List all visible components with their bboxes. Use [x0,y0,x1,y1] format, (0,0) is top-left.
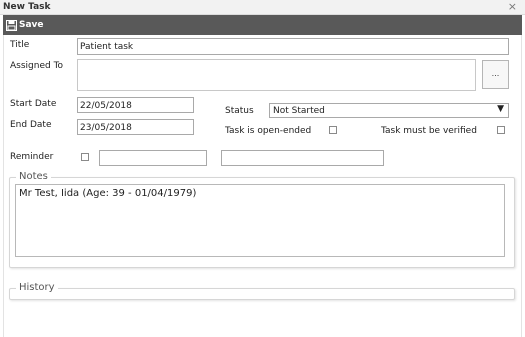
end-date-label: End Date [10,120,52,130]
reminder-checkbox[interactable] [81,153,89,161]
assigned-to-field[interactable] [77,59,476,91]
save-button[interactable]: Save [6,18,44,32]
start-date-input[interactable]: 22/05/2018 [77,97,194,113]
reminder-label: Reminder [10,152,54,162]
close-icon[interactable]: × [508,0,517,13]
status-label: Status [225,106,254,116]
title-label: Title [10,40,30,50]
window-titlebar: New Task × [0,0,525,15]
open-ended-label: Task is open-ended [225,126,312,136]
save-button-label: Save [19,20,44,30]
browse-assignee-button[interactable]: ... [482,60,509,89]
must-verify-label: Task must be verified [381,126,477,136]
title-input[interactable]: Patient task [77,38,509,55]
assigned-to-label: Assigned To [10,61,64,71]
reminder-date-input[interactable] [99,150,207,166]
history-group[interactable] [9,288,515,300]
status-select-value: Not Started [273,106,325,116]
end-date-input[interactable]: 23/05/2018 [77,119,194,135]
status-select[interactable]: Not Started ▼ [269,103,509,118]
window-title: New Task [3,2,51,12]
notes-textarea[interactable]: Mr Test, Iida (Age: 39 - 01/04/1979) [15,184,505,257]
history-legend: History [16,282,58,293]
reminder-time-input[interactable] [221,150,384,166]
dropdown-arrow-icon: ▼ [497,104,504,114]
notes-legend: Notes [16,171,51,182]
must-verify-checkbox[interactable] [497,126,505,134]
task-form: Title Patient task Assigned To ... Start… [3,35,522,337]
start-date-label: Start Date [10,99,57,109]
toolbar: Save [3,15,522,35]
open-ended-checkbox[interactable] [329,126,337,134]
floppy-disk-icon [6,19,17,31]
